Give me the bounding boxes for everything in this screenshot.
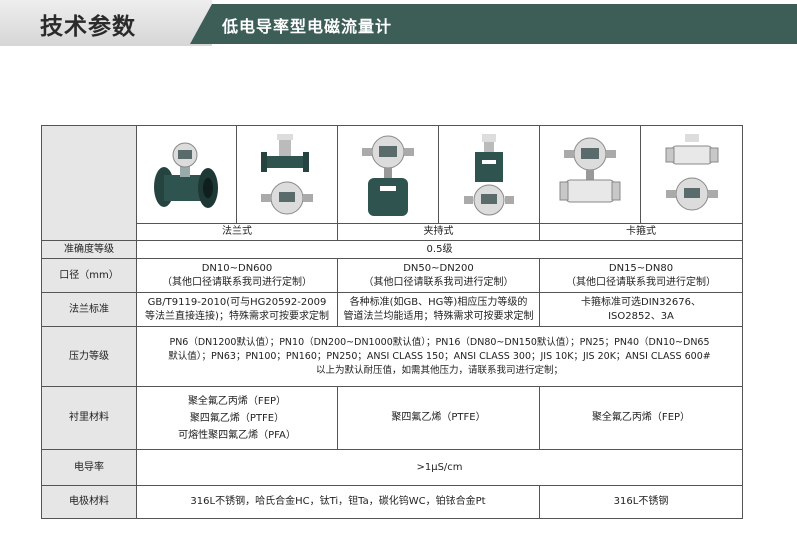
image-row-label (41, 125, 137, 241)
image-row (41, 125, 743, 241)
product-title: 低电导率型电磁流量计 (222, 17, 393, 36)
product-image (236, 125, 338, 224)
product-image (136, 125, 237, 224)
lining-wafer: 聚四氟乙烯（PTFE） (337, 386, 540, 450)
type-clamp: 卡箍式 (539, 223, 743, 241)
row-label: 电极材料 (41, 485, 137, 519)
row-label: 法兰标准 (41, 292, 137, 327)
row-diameter: 口径（mm） DN10~DN600 （其他口径请联系我司进行定制） DN50~D… (41, 258, 743, 293)
clamp-meter-remote-image (665, 133, 718, 210)
wafer-meter-remote-image (464, 133, 514, 215)
section-title: 技术参数 (40, 14, 136, 40)
row-accuracy: 准确度等级 0.5级 (41, 240, 743, 259)
lining-flange: 聚全氟乙丙烯（FEP） 聚四氟乙烯（PTFE） 可熔性聚四氟乙烯（PFA） (136, 386, 338, 450)
flange-meter-integral-image (153, 142, 218, 208)
header-banner: 技术参数 低电导率型电磁流量计 (0, 0, 797, 46)
lining-clamp: 聚全氟乙丙烯（FEP） (539, 386, 743, 450)
type-row: 法兰式 夹持式 卡箍式 (42, 223, 743, 241)
wafer-meter-integral-image (362, 135, 414, 216)
row-label: 口径（mm） (41, 258, 137, 293)
conductivity-value: >1μS/cm (136, 449, 743, 486)
accuracy-value: 0.5级 (136, 240, 743, 259)
product-image (337, 125, 439, 224)
row-flange-standard: 法兰标准 GB/T9119-2010(可与HG20592-2009 等法兰直接连… (41, 292, 743, 327)
pressure-value: PN6（DN1200默认值）；PN10（DN200~DN1000默认值）；PN1… (136, 326, 743, 387)
row-electrode: 电极材料 316L不锈钢，哈氏合金HC，钛Ti，钽Ta，碳化钨WC，铂铱合金Pt… (41, 485, 743, 519)
electrode-flange-wafer: 316L不锈钢，哈氏合金HC，钛Ti，钽Ta，碳化钨WC，铂铱合金Pt (136, 485, 540, 519)
flange-meter-remote-image (261, 133, 313, 214)
product-image (640, 125, 743, 224)
clamp-meter-integral-image (559, 137, 621, 202)
product-image (539, 125, 641, 224)
row-pressure: 压力等级 PN6（DN1200默认值）；PN10（DN200~DN1000默认值… (41, 326, 743, 387)
row-conductivity: 电导率 >1μS/cm (41, 449, 743, 486)
row-label: 电导率 (41, 449, 137, 486)
flange-std-flange: GB/T9119-2010(可与HG20592-2009 等法兰直接连接)；特殊… (136, 292, 338, 327)
product-image (438, 125, 540, 224)
spec-table: 法兰式 夹持式 卡箍式 准确度等级 0.5级 口径（mm） DN10~DN600… (41, 125, 743, 519)
electrode-clamp: 316L不锈钢 (539, 485, 743, 519)
row-label: 压力等级 (41, 326, 137, 387)
type-flange: 法兰式 (136, 223, 338, 241)
flange-std-wafer: 各种标准(如GB、HG等)相应压力等级的 管道法兰均能适用；特殊需求可按要求定制 (337, 292, 540, 327)
diameter-clamp: DN15~DN80 （其他口径请联系我司进行定制） (539, 258, 743, 293)
diameter-wafer: DN50~DN200 （其他口径请联系我司进行定制） (337, 258, 540, 293)
flange-std-clamp: 卡箍标准可选DIN32676、 ISO2852、3A (539, 292, 743, 327)
diameter-flange: DN10~DN600 （其他口径请联系我司进行定制） (136, 258, 338, 293)
row-label: 衬里材料 (41, 386, 137, 450)
type-wafer: 夹持式 (337, 223, 540, 241)
row-lining: 衬里材料 聚全氟乙丙烯（FEP） 聚四氟乙烯（PTFE） 可熔性聚四氟乙烯（PF… (41, 386, 743, 450)
row-label: 准确度等级 (41, 240, 137, 259)
